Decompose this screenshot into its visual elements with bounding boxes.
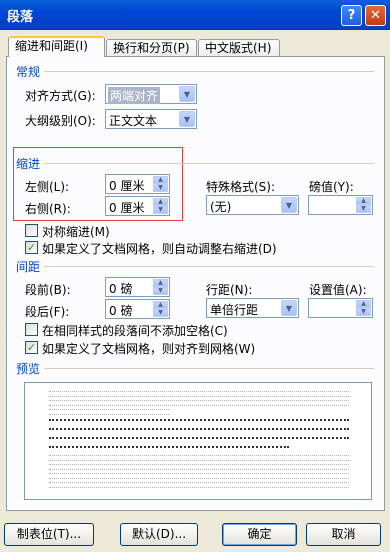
preview-line <box>49 482 349 488</box>
outline-level-label: 大纲级别(O): <box>25 114 96 128</box>
preview-line <box>49 391 349 397</box>
title-bar: 段落 ? ✕ <box>0 0 390 30</box>
right-indent-input[interactable]: 0 厘米 ▲ ▼ <box>105 196 170 216</box>
spinner-icon[interactable]: ▲ ▼ <box>153 176 168 192</box>
space-before-value: 0 磅 <box>109 282 133 296</box>
dropdown-arrow-icon[interactable]: ▼ <box>281 197 297 213</box>
preview-line <box>49 464 349 470</box>
line-spacing-label: 行距(N): <box>206 283 253 297</box>
at-value-input[interactable]: ▲ ▼ <box>308 298 373 318</box>
alignment-select[interactable]: 两端对齐 ▼ <box>105 84 197 104</box>
preview-line <box>49 455 349 461</box>
no-space-same-style-checkbox[interactable] <box>25 323 38 336</box>
close-button[interactable]: ✕ <box>365 5 386 26</box>
checkmark-icon: ✓ <box>26 341 37 354</box>
tab-indent-spacing[interactable]: 缩进和间距(I) <box>8 36 105 57</box>
dropdown-arrow-icon[interactable]: ▼ <box>179 86 195 102</box>
help-button[interactable]: ? <box>341 5 362 26</box>
space-before-label: 段前(B): <box>25 283 71 297</box>
section-indent-heading: 缩进 <box>16 157 41 171</box>
left-indent-label: 左侧(L): <box>25 180 70 194</box>
section-spacing-heading: 间距 <box>16 260 41 274</box>
mirror-indent-label: 对称缩进(M) <box>42 225 110 239</box>
checkmark-icon: ✓ <box>26 241 37 254</box>
spinner-icon[interactable]: ▲ ▼ <box>356 300 371 316</box>
space-after-label: 段后(F): <box>25 305 70 319</box>
section-divider <box>44 163 374 164</box>
outline-level-select[interactable]: 正文文本 ▼ <box>105 109 197 129</box>
left-indent-input[interactable]: 0 厘米 ▲ ▼ <box>105 174 170 194</box>
no-space-same-style-label: 在相同样式的段落间不添加空格(C) <box>42 324 228 338</box>
window-title: 段落 <box>7 10 34 25</box>
preview-line <box>49 437 349 442</box>
space-after-value: 0 磅 <box>109 304 133 318</box>
space-before-input[interactable]: 0 磅 ▲ ▼ <box>105 277 170 297</box>
at-value-label: 设置值(A): <box>309 283 367 297</box>
spinner-icon[interactable]: ▲ ▼ <box>356 197 371 213</box>
spinner-icon[interactable]: ▲ ▼ <box>153 279 168 295</box>
special-format-label: 特殊格式(S): <box>206 180 276 194</box>
preview-line <box>49 409 169 415</box>
tabs-button[interactable]: 制表位(T)... <box>4 523 94 546</box>
section-general-heading: 常规 <box>16 65 41 79</box>
line-spacing-value: 单倍行距 <box>210 303 259 317</box>
preview-box <box>24 382 372 500</box>
preview-line <box>49 473 349 479</box>
section-divider <box>44 368 374 369</box>
right-indent-label: 右侧(R): <box>25 202 71 216</box>
indent-amount-label: 磅值(Y): <box>309 180 354 194</box>
section-divider <box>44 71 374 72</box>
line-spacing-select[interactable]: 单倍行距 ▼ <box>206 298 299 318</box>
indent-amount-input[interactable]: ▲ ▼ <box>308 195 373 215</box>
outline-level-value: 正文文本 <box>109 114 158 128</box>
auto-adjust-indent-checkbox[interactable]: ✓ <box>25 241 38 254</box>
default-button[interactable]: 默认(D)... <box>120 523 198 546</box>
tab-line-page-breaks[interactable]: 换行和分页(P) <box>106 39 197 57</box>
preview-line <box>49 400 349 406</box>
auto-adjust-indent-label: 如果定义了文档网格，则自动调整右缩进(D) <box>42 242 277 256</box>
snap-to-grid-label: 如果定义了文档网格，则对齐到网格(W) <box>42 342 256 356</box>
preview-line <box>49 419 349 424</box>
special-format-select[interactable]: (无) ▼ <box>206 195 299 215</box>
preview-line <box>49 446 289 451</box>
right-indent-value: 0 厘米 <box>109 201 145 215</box>
tab-asian-typography[interactable]: 中文版式(H) <box>198 39 280 57</box>
snap-to-grid-checkbox[interactable]: ✓ <box>25 341 38 354</box>
spinner-icon[interactable]: ▲ ▼ <box>153 198 168 214</box>
dropdown-arrow-icon[interactable]: ▼ <box>281 300 297 316</box>
space-after-input[interactable]: 0 磅 ▲ ▼ <box>105 299 170 319</box>
section-preview-heading: 预览 <box>16 362 41 376</box>
mirror-indent-checkbox[interactable] <box>25 224 38 237</box>
left-indent-value: 0 厘米 <box>109 179 145 193</box>
special-format-value: (无) <box>210 200 232 214</box>
alignment-label: 对齐方式(G): <box>25 89 96 103</box>
ok-button[interactable]: 确定 <box>222 523 297 546</box>
alignment-value: 两端对齐 <box>108 87 161 104</box>
spinner-icon[interactable]: ▲ ▼ <box>153 301 168 317</box>
section-divider <box>44 266 374 267</box>
cancel-button[interactable]: 取消 <box>306 523 381 546</box>
dropdown-arrow-icon[interactable]: ▼ <box>179 111 195 127</box>
preview-line <box>49 428 349 433</box>
